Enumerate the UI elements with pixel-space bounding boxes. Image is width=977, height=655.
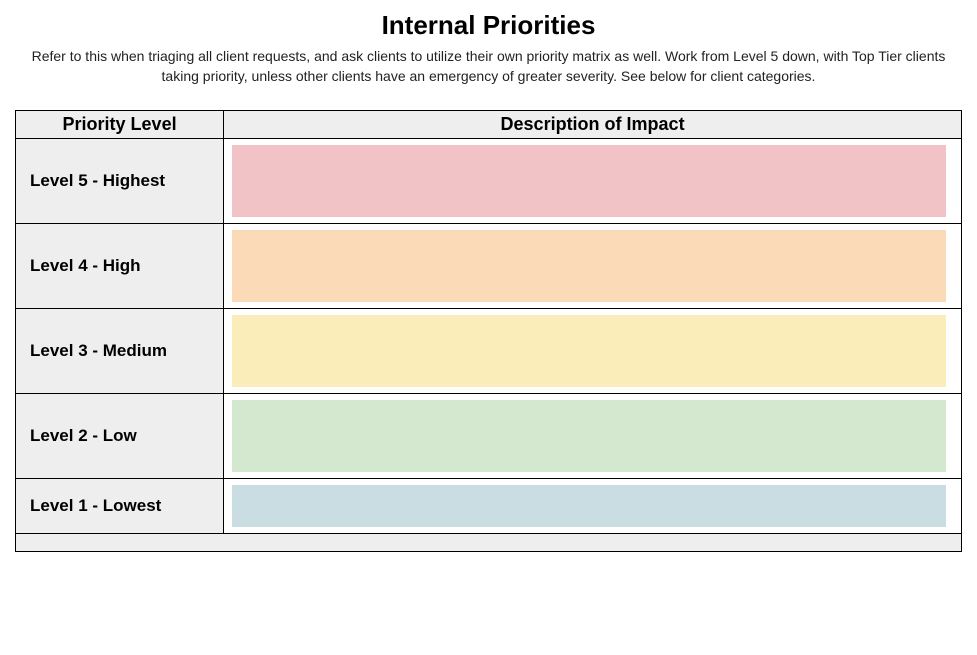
- priority-description-block: [232, 145, 946, 217]
- header-description: Description of Impact: [224, 111, 962, 139]
- priority-description-block: [232, 230, 946, 302]
- priority-description-cell: [224, 224, 962, 309]
- header-priority-level: Priority Level: [16, 111, 224, 139]
- table-header-row: Priority Level Description of Impact: [16, 111, 962, 139]
- priority-description-block: [232, 315, 946, 387]
- table-row: Level 1 - Lowest: [16, 479, 962, 534]
- table-footer-cell: [16, 534, 962, 552]
- priority-description-cell: [224, 479, 962, 534]
- priority-level-cell: Level 1 - Lowest: [16, 479, 224, 534]
- priority-level-cell: Level 4 - High: [16, 224, 224, 309]
- priority-description-cell: [224, 139, 962, 224]
- priority-description-block: [232, 400, 946, 472]
- table-row: Level 3 - Medium: [16, 309, 962, 394]
- table-row: Level 4 - High: [16, 224, 962, 309]
- priority-description-block: [232, 485, 946, 527]
- priority-level-cell: Level 5 - Highest: [16, 139, 224, 224]
- table-footer-row: [16, 534, 962, 552]
- priority-level-cell: Level 2 - Low: [16, 394, 224, 479]
- priority-description-cell: [224, 394, 962, 479]
- page-subtitle: Refer to this when triaging all client r…: [15, 47, 962, 86]
- priority-level-cell: Level 3 - Medium: [16, 309, 224, 394]
- table-row: Level 5 - Highest: [16, 139, 962, 224]
- page-title: Internal Priorities: [15, 10, 962, 41]
- table-row: Level 2 - Low: [16, 394, 962, 479]
- priority-matrix-table: Priority Level Description of Impact Lev…: [15, 110, 962, 552]
- priority-description-cell: [224, 309, 962, 394]
